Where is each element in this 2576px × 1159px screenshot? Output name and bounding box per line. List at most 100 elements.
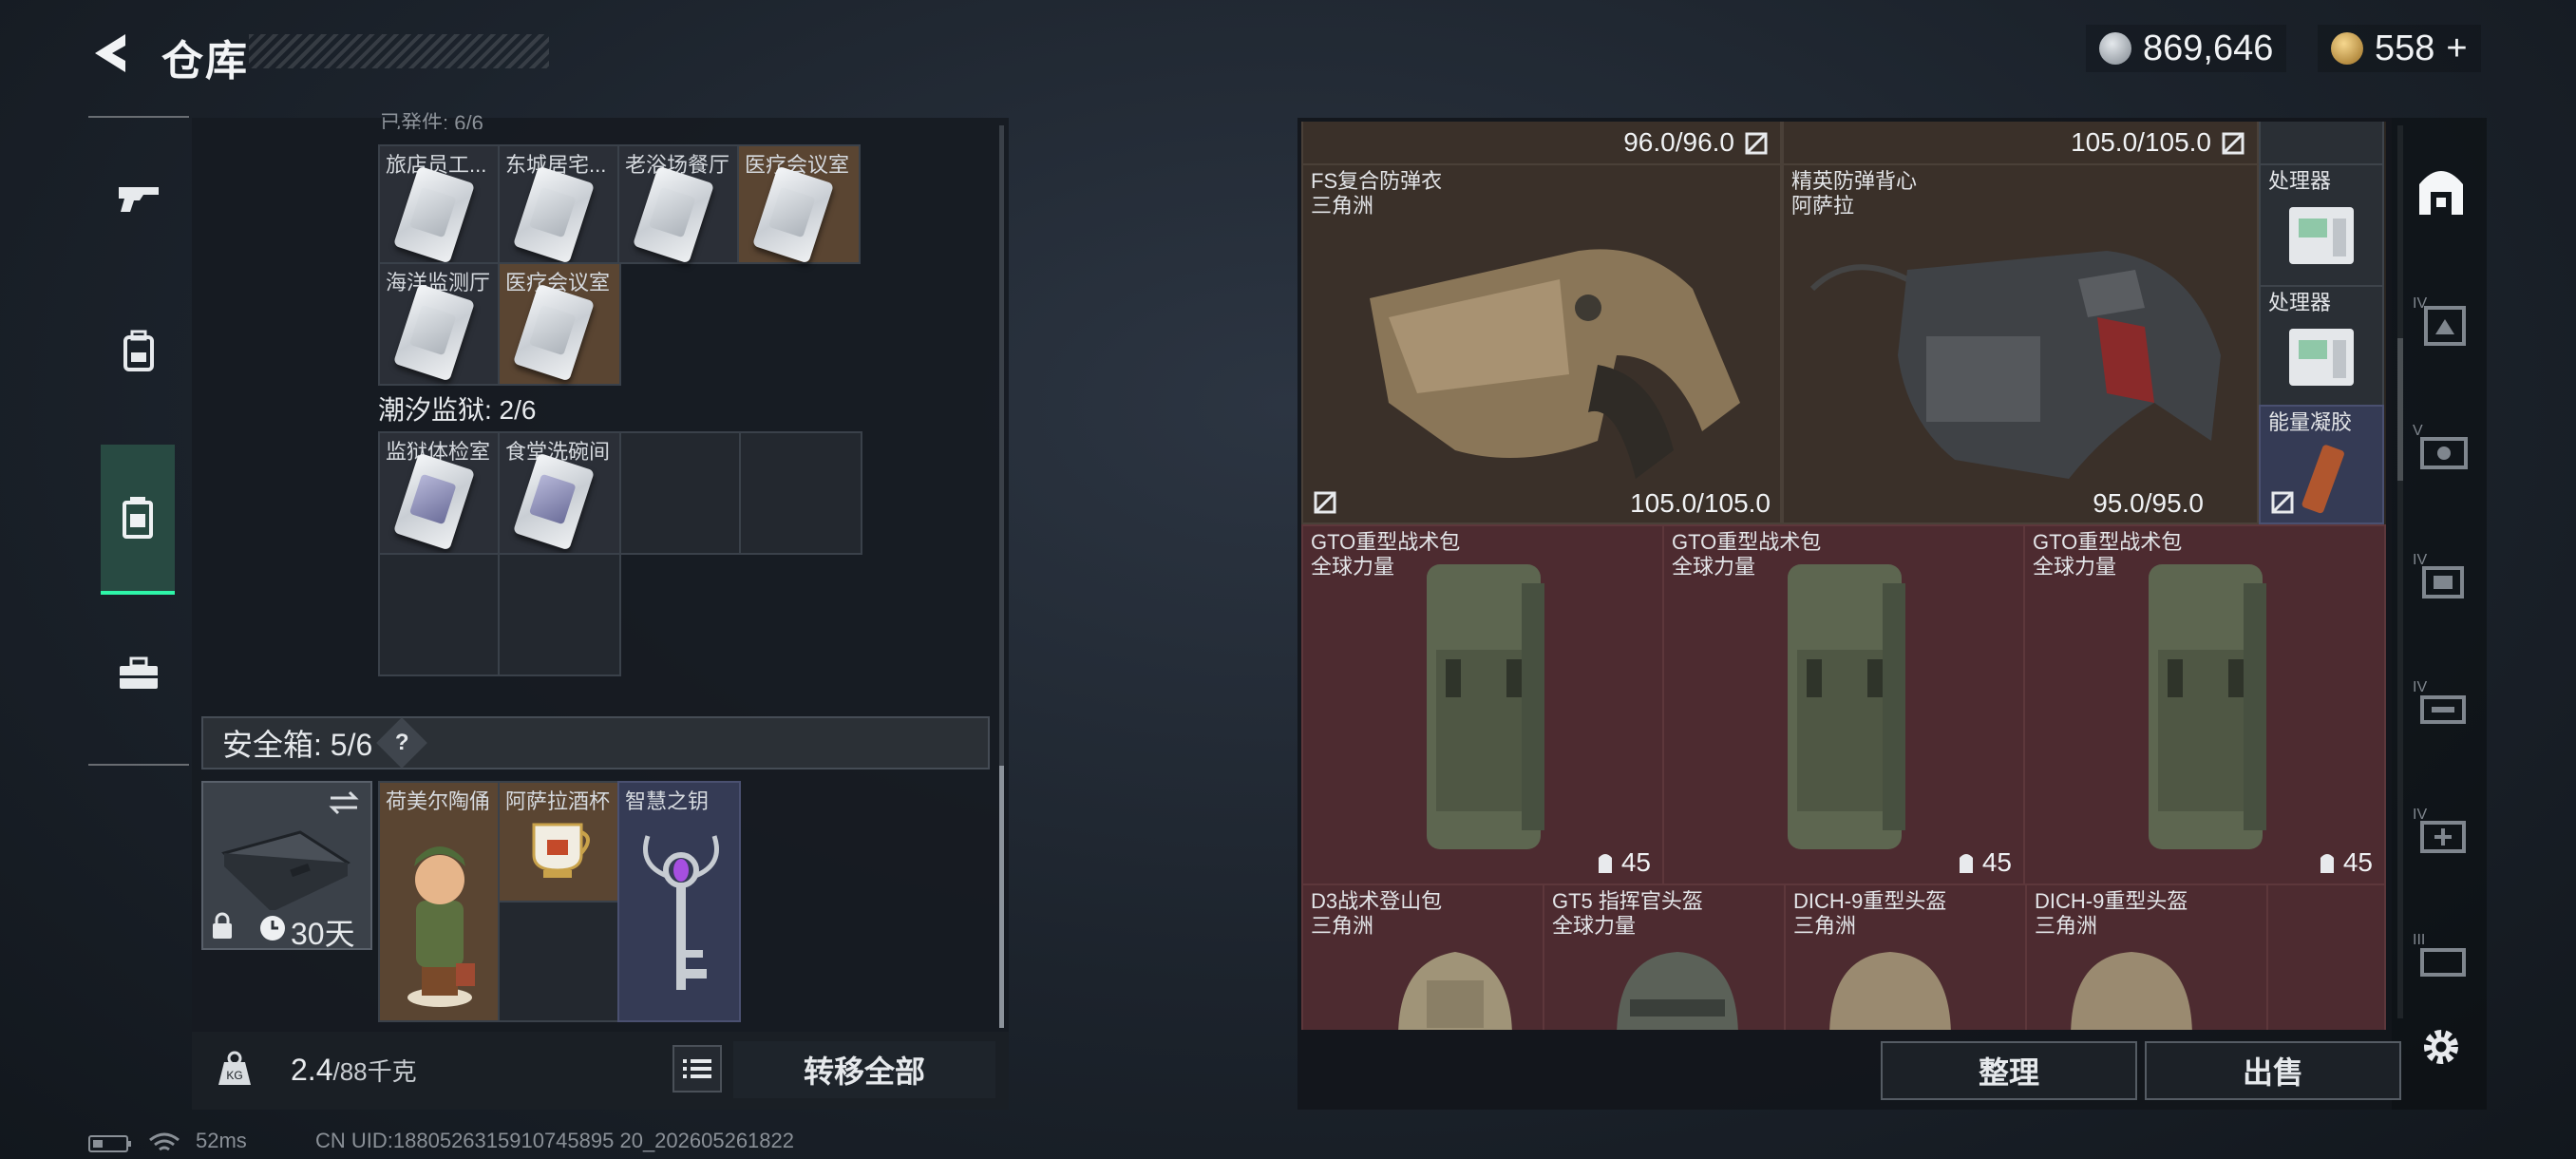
- empty-slot[interactable]: [619, 431, 741, 555]
- silver-currency[interactable]: 869,646: [2086, 25, 2287, 72]
- settings-button[interactable]: [2403, 1009, 2479, 1085]
- stash-slot[interactable]: 旅店员工...: [378, 144, 500, 264]
- weight-current: 2.4: [291, 1053, 333, 1087]
- add-currency-button[interactable]: +: [2446, 28, 2467, 69]
- key-icon: [643, 835, 719, 990]
- gear-icon: [2424, 1030, 2458, 1064]
- keycard-icon: [751, 165, 835, 264]
- section-header-partial: 已発件: 6/6: [380, 111, 483, 129]
- safebox-slot[interactable]: 阿萨拉酒杯: [498, 781, 619, 902]
- svg-text:III: III: [2413, 932, 2425, 948]
- stash-slot[interactable]: 医疗会议室: [737, 144, 861, 264]
- gold-currency[interactable]: 558 +: [2318, 25, 2481, 72]
- helmet-icon: [1617, 952, 1738, 1030]
- battery-icon: [88, 1135, 131, 1152]
- svg-text:V: V: [2413, 423, 2423, 439]
- silver-coin-icon: [2099, 32, 2131, 65]
- sell-button[interactable]: 出售: [2145, 1041, 2401, 1100]
- tactical-backpack-icon: [2149, 564, 2266, 849]
- storage-tier-icon: IV: [2413, 295, 2466, 346]
- no-insurance-icon: [1314, 491, 1336, 514]
- safebox-slot[interactable]: 荷美尔陶俑: [378, 781, 500, 1022]
- tab-storage-5[interactable]: V: [2403, 408, 2479, 484]
- armor-cell[interactable]: 精英防弹背心 阿萨拉 95.0/95.0: [1782, 163, 2259, 524]
- item-cell[interactable]: D3战术登山包 三角洲: [1301, 884, 1544, 1030]
- item-cell[interactable]: [2259, 122, 2384, 165]
- empty-slot[interactable]: [739, 431, 862, 555]
- list-icon: [683, 1059, 711, 1078]
- item-cell[interactable]: [2266, 884, 2386, 1030]
- svg-text:KG: KG: [226, 1069, 242, 1082]
- svg-text:IV: IV: [2413, 807, 2427, 823]
- tab-storage-8[interactable]: IV: [2403, 792, 2479, 868]
- gun-icon: [119, 187, 159, 212]
- stash-slot[interactable]: 医疗会议室: [498, 262, 621, 386]
- safebox-slot[interactable]: 智慧之钥: [617, 781, 741, 1022]
- tab-storage-4[interactable]: IV: [2403, 281, 2479, 357]
- transfer-all-button[interactable]: 转移全部: [733, 1041, 995, 1098]
- empty-slot[interactable]: [498, 553, 621, 676]
- backpack-cell[interactable]: GTO重型战术包 全球力量 45: [1301, 524, 1664, 885]
- item-cell[interactable]: 处理器: [2259, 285, 2384, 407]
- stash-scroll-thumb[interactable]: [999, 766, 1004, 1028]
- sidebar-item-equipment[interactable]: [101, 308, 177, 393]
- warehouse-grid: 96.0/96.0 105.0/105.0 FS复合防弹衣 三角洲 105.0/1…: [1301, 122, 2386, 1030]
- svg-text:IV: IV: [2413, 679, 2427, 695]
- keycard-icon: [392, 165, 476, 264]
- goblet-icon: [532, 823, 590, 878]
- backpack-cell[interactable]: GTO重型战术包 全球力量 45: [1662, 524, 2025, 885]
- sidebar-item-weapons[interactable]: [101, 156, 177, 241]
- keycard-icon: [632, 165, 715, 264]
- tab-storage-6[interactable]: IV: [2403, 538, 2479, 614]
- item-cell[interactable]: GT5 指挥官头盔 全球力量: [1543, 884, 1786, 1030]
- stash-slot[interactable]: 老浴场餐厅: [617, 144, 739, 264]
- empty-slot[interactable]: [498, 901, 619, 1022]
- tab-all-warehouse[interactable]: [2403, 152, 2479, 228]
- item-cell[interactable]: 能量凝胶: [2259, 405, 2384, 524]
- title-decoration: [249, 34, 549, 68]
- safebox-case-icon: [221, 830, 351, 910]
- heavy-helmet-icon: [1829, 952, 1951, 1030]
- svg-text:IV: IV: [2413, 552, 2427, 568]
- stash-slot[interactable]: 海洋监测厅: [378, 262, 500, 386]
- armor-cell[interactable]: FS复合防弹衣 三角洲 105.0/105.0: [1301, 163, 1782, 524]
- no-insurance-icon: [1745, 132, 1768, 155]
- swap-icon: [329, 790, 359, 815]
- safebox-label: 安全箱: 5/6: [222, 728, 373, 762]
- sidebar-item-containers[interactable]: [101, 445, 175, 595]
- tidy-button[interactable]: 整理: [1881, 1041, 2137, 1100]
- tab-storage-7[interactable]: IV: [2403, 665, 2479, 741]
- storage-tier-icon: III: [2413, 932, 2466, 977]
- keycard-icon: [392, 452, 476, 551]
- storage-tier-icon: IV: [2413, 552, 2464, 598]
- sidebar-item-supplies[interactable]: [101, 631, 177, 716]
- capacity-icon: [1959, 854, 1973, 873]
- tab-storage-9[interactable]: III: [2403, 918, 2479, 994]
- item-cell[interactable]: 105.0/105.0: [1782, 122, 2259, 165]
- keycard-icon: [512, 452, 596, 551]
- capacity-icon: [2320, 854, 2334, 873]
- stash-slot[interactable]: 食堂洗碗间: [498, 431, 621, 555]
- climbing-pack-icon: [1398, 952, 1512, 1030]
- keycard-icon: [392, 283, 476, 382]
- list-view-button[interactable]: [672, 1045, 722, 1092]
- item-cell[interactable]: 96.0/96.0: [1301, 122, 1782, 165]
- item-cell[interactable]: DICH-9重型头盔 三角洲: [2025, 884, 2268, 1030]
- storage-tier-icon: IV: [2413, 679, 2466, 724]
- heavy-helmet-icon: [2071, 952, 2192, 1030]
- dark-vest-icon: [1809, 251, 2221, 479]
- safebox-container[interactable]: 30天: [201, 781, 372, 951]
- toolbox-icon: [120, 656, 158, 689]
- stash-slot[interactable]: 监狱体检室: [378, 431, 500, 555]
- empty-slot[interactable]: [378, 553, 500, 676]
- help-button[interactable]: ?: [376, 717, 428, 769]
- weight-display: 2.4/88千克: [291, 1053, 417, 1088]
- wifi-icon: [149, 1132, 180, 1151]
- backpack-cell[interactable]: GTO重型战术包 全球力量 45: [2023, 524, 2386, 885]
- back-button[interactable]: [87, 28, 133, 78]
- gold-amount: 558: [2375, 28, 2435, 68]
- item-cell[interactable]: 处理器: [2259, 163, 2384, 287]
- stash-slot[interactable]: 东城居宅...: [498, 144, 619, 264]
- item-cell[interactable]: DICH-9重型头盔 三角洲: [1784, 884, 2027, 1030]
- backpack-icon: [123, 330, 154, 371]
